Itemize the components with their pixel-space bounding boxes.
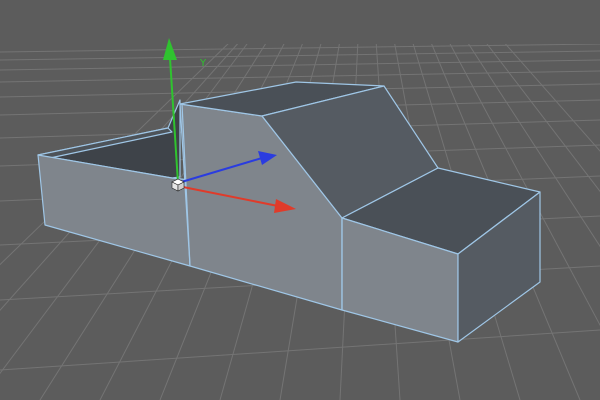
y-axis-label: Y	[199, 58, 207, 69]
horizon-fade	[0, 0, 600, 44]
3d-viewport[interactable]: Y	[0, 0, 600, 400]
pivot-cube-icon[interactable]	[171, 178, 185, 192]
viewport-canvas[interactable]: Y	[0, 0, 600, 400]
